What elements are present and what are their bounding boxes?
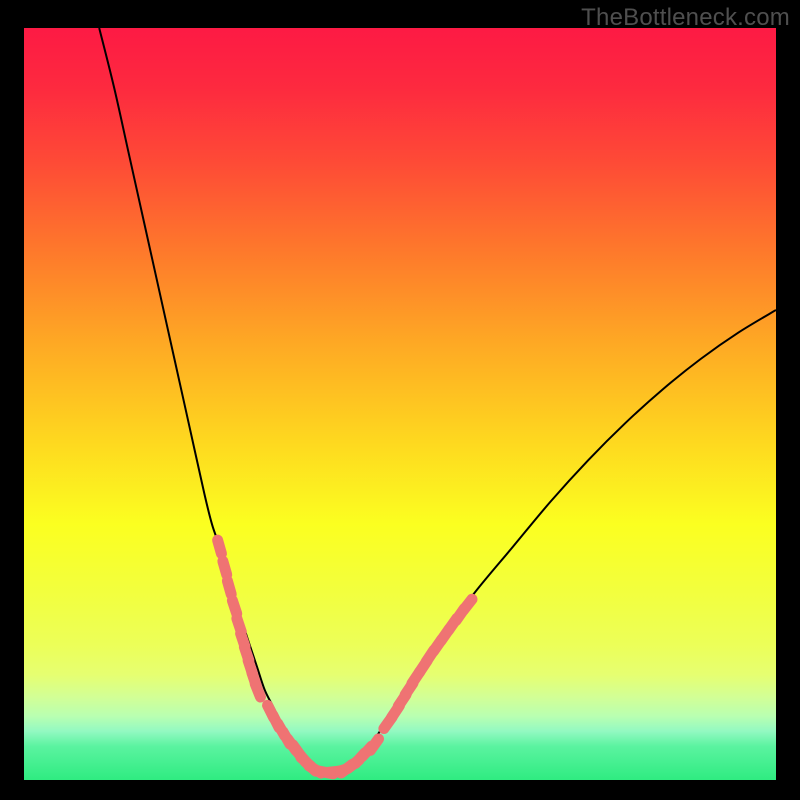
watermark-text: TheBottleneck.com (581, 4, 790, 32)
data-dot (232, 600, 236, 613)
data-dot (370, 739, 378, 750)
data-dot (227, 581, 231, 594)
bottleneck-chart (24, 28, 776, 780)
plot-area (24, 28, 776, 780)
chart-frame: TheBottleneck.com (0, 0, 800, 800)
data-dot (223, 561, 227, 574)
data-dot (218, 540, 222, 553)
data-dot (463, 599, 472, 610)
gradient-background (24, 28, 776, 780)
data-dot (255, 684, 260, 697)
